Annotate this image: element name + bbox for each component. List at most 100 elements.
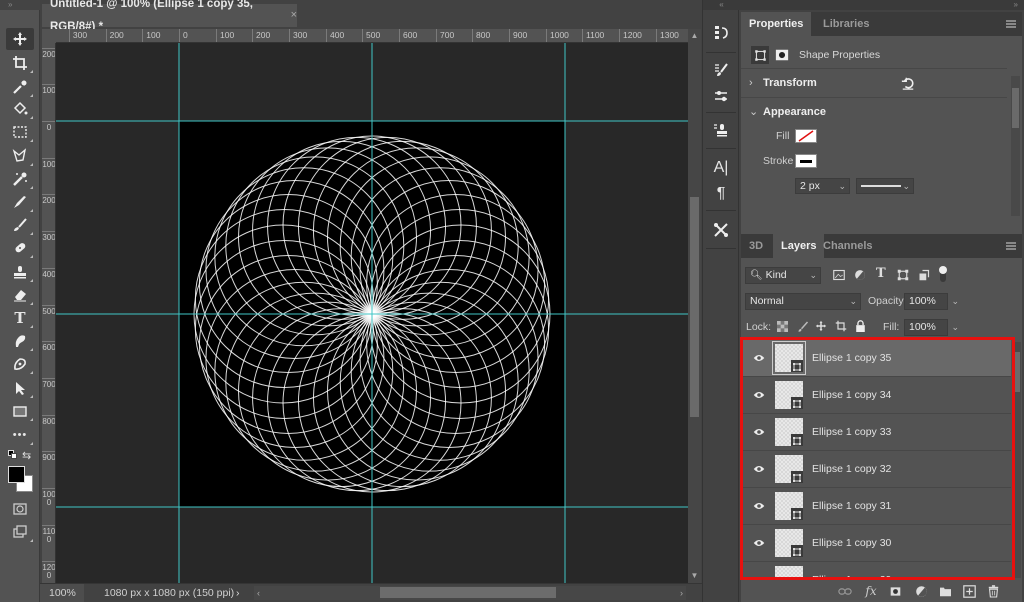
stroke-type-dropdown[interactable]: ⌄ [856, 178, 914, 194]
opacity-field[interactable]: 100% ⌄ [904, 293, 959, 310]
tab-properties[interactable]: Properties [741, 12, 812, 36]
adjustment-layer-icon[interactable] [913, 583, 929, 599]
lock-transparency-icon[interactable] [777, 321, 788, 332]
quick-selection-tool[interactable] [6, 168, 34, 190]
crop-tool[interactable] [6, 52, 34, 74]
scroll-down-icon[interactable]: ▼ [688, 569, 701, 583]
type-tool[interactable]: T [6, 307, 34, 329]
lasso-tool[interactable] [6, 145, 34, 167]
layer-row[interactable]: Ellipse 1 copy 32 [743, 451, 1011, 488]
layer-row[interactable]: Ellipse 1 copy 30 [743, 525, 1011, 562]
paint-bucket-tool[interactable] [6, 98, 34, 120]
healing-brush-tool[interactable] [6, 191, 34, 213]
adjustments-button[interactable] [706, 84, 736, 108]
smudge-tool[interactable] [6, 330, 34, 352]
spot-healing-tool[interactable] [6, 237, 34, 259]
type-layer-filter-icon[interactable]: T [876, 266, 886, 281]
scroll-up-icon[interactable]: ▲ [688, 29, 701, 43]
character-button[interactable]: A| [706, 156, 736, 180]
stroke-swatch[interactable] [795, 154, 817, 168]
tab-channels[interactable]: Channels [815, 234, 881, 258]
horizontal-scroll-thumb[interactable] [380, 587, 556, 598]
strip-collapse-button[interactable]: « [703, 0, 740, 10]
tab-3d[interactable]: 3D [741, 234, 771, 258]
lock-position-icon[interactable] [815, 320, 827, 332]
history-button[interactable] [706, 20, 736, 44]
visibility-eye-icon[interactable] [753, 537, 765, 549]
fill-opacity-field[interactable]: 100% ⌄ [904, 319, 959, 336]
brush-settings-button[interactable] [706, 58, 736, 82]
transform-section-header[interactable]: › Transform [741, 68, 1007, 96]
pixel-layer-filter-icon[interactable] [833, 269, 845, 281]
marquee-tool[interactable] [6, 121, 34, 143]
appearance-section-header[interactable]: ⌄ Appearance [741, 97, 1007, 125]
chevron-down-icon[interactable]: ⌄ [951, 320, 959, 334]
layer-filter-dropdown[interactable]: 🔍︎ Kind ⌄ [745, 267, 821, 284]
layer-row[interactable]: Ellipse 1 copy 31 [743, 488, 1011, 525]
zoom-level-field[interactable]: 100% [40, 584, 84, 602]
visibility-eye-icon[interactable] [753, 426, 765, 438]
visibility-eye-icon[interactable] [753, 389, 765, 401]
close-tab-icon[interactable]: × [291, 4, 297, 27]
quick-mask-button[interactable] [6, 498, 34, 520]
properties-panel-menu-icon[interactable] [1006, 20, 1016, 28]
tool-presets-button[interactable] [706, 218, 736, 242]
new-group-folder-icon[interactable] [937, 583, 953, 599]
move-tool[interactable] [6, 28, 34, 50]
vertical-scroll-thumb[interactable] [690, 197, 699, 417]
default-colors-button[interactable] [8, 450, 18, 460]
ruler-origin[interactable] [42, 29, 56, 43]
scroll-left-icon[interactable]: ‹ [257, 586, 260, 600]
eyedropper-tool[interactable] [6, 76, 34, 98]
shape-properties-icon[interactable] [751, 46, 769, 64]
layer-row[interactable]: Ellipse 1 copy 34 [743, 377, 1011, 414]
horizontal-scrollbar[interactable]: ‹ › [254, 586, 686, 600]
swap-colors-icon[interactable]: ⇆ [22, 449, 31, 462]
properties-scrollbar[interactable] [1011, 76, 1020, 216]
paragraph-button[interactable]: ¶ [706, 182, 736, 206]
horizontal-ruler[interactable]: 300 200 100 0 100 200 300 400 500 600 700 800 900 100… [56, 29, 688, 43]
clone-stamp-tool[interactable] [6, 261, 34, 283]
pen-tool[interactable] [6, 353, 34, 375]
visibility-eye-icon[interactable] [753, 352, 765, 364]
layer-style-fx-icon[interactable]: fx [863, 583, 879, 599]
dock-collapse-button[interactable]: » [739, 0, 1024, 10]
path-selection-tool[interactable] [6, 377, 34, 399]
status-menu-arrow[interactable]: › [236, 584, 240, 602]
toolbar-collapse-button[interactable]: » [0, 0, 40, 10]
more-tools-button[interactable]: ••• [6, 424, 34, 446]
smart-object-filter-icon[interactable] [918, 269, 930, 281]
filter-toggle-switch[interactable] [938, 265, 948, 283]
shape-layer-filter-icon[interactable] [897, 269, 909, 281]
rectangle-tool[interactable] [6, 400, 34, 422]
chevron-down-icon[interactable]: ⌄ [951, 294, 959, 308]
stroke-width-field[interactable]: 2 px ⌄ [795, 178, 850, 194]
layer-row[interactable]: Ellipse 1 copy 33 [743, 414, 1011, 451]
clone-source-button[interactable] [706, 118, 736, 142]
layer-row[interactable]: Ellipse 1 copy 35 [743, 340, 1011, 377]
link-layers-icon[interactable] [837, 583, 853, 599]
new-layer-icon[interactable] [961, 583, 977, 599]
lock-all-icon[interactable] [855, 320, 866, 332]
add-mask-icon[interactable] [887, 583, 903, 599]
scroll-right-icon[interactable]: › [680, 586, 683, 600]
tab-libraries[interactable]: Libraries [815, 12, 877, 36]
brush-tool[interactable] [6, 214, 34, 236]
lock-pixels-icon[interactable] [797, 320, 809, 333]
foreground-color-swatch[interactable] [8, 466, 25, 483]
layer-row[interactable]: Ellipse 1 copy 29 [743, 562, 1011, 580]
canvas-area[interactable] [56, 43, 688, 583]
vertical-scrollbar[interactable]: ▲ ▼ [688, 29, 701, 583]
eraser-tool[interactable] [6, 284, 34, 306]
adjustment-layer-filter-icon[interactable] [854, 269, 866, 281]
layers-panel-menu-icon[interactable] [1006, 242, 1016, 250]
layers-scrollbar[interactable] [1012, 342, 1021, 578]
delete-layer-trash-icon[interactable] [985, 583, 1001, 599]
visibility-eye-icon[interactable] [753, 463, 765, 475]
visibility-eye-icon[interactable] [753, 500, 765, 512]
lock-artboard-icon[interactable] [835, 320, 847, 332]
fill-swatch[interactable] [795, 129, 817, 143]
blend-mode-dropdown[interactable]: Normal ⌄ [745, 293, 861, 310]
reset-transform-icon[interactable] [901, 76, 915, 90]
document-tab[interactable]: Untitled-1 @ 100% (Ellipse 1 copy 35, RG… [42, 0, 297, 33]
